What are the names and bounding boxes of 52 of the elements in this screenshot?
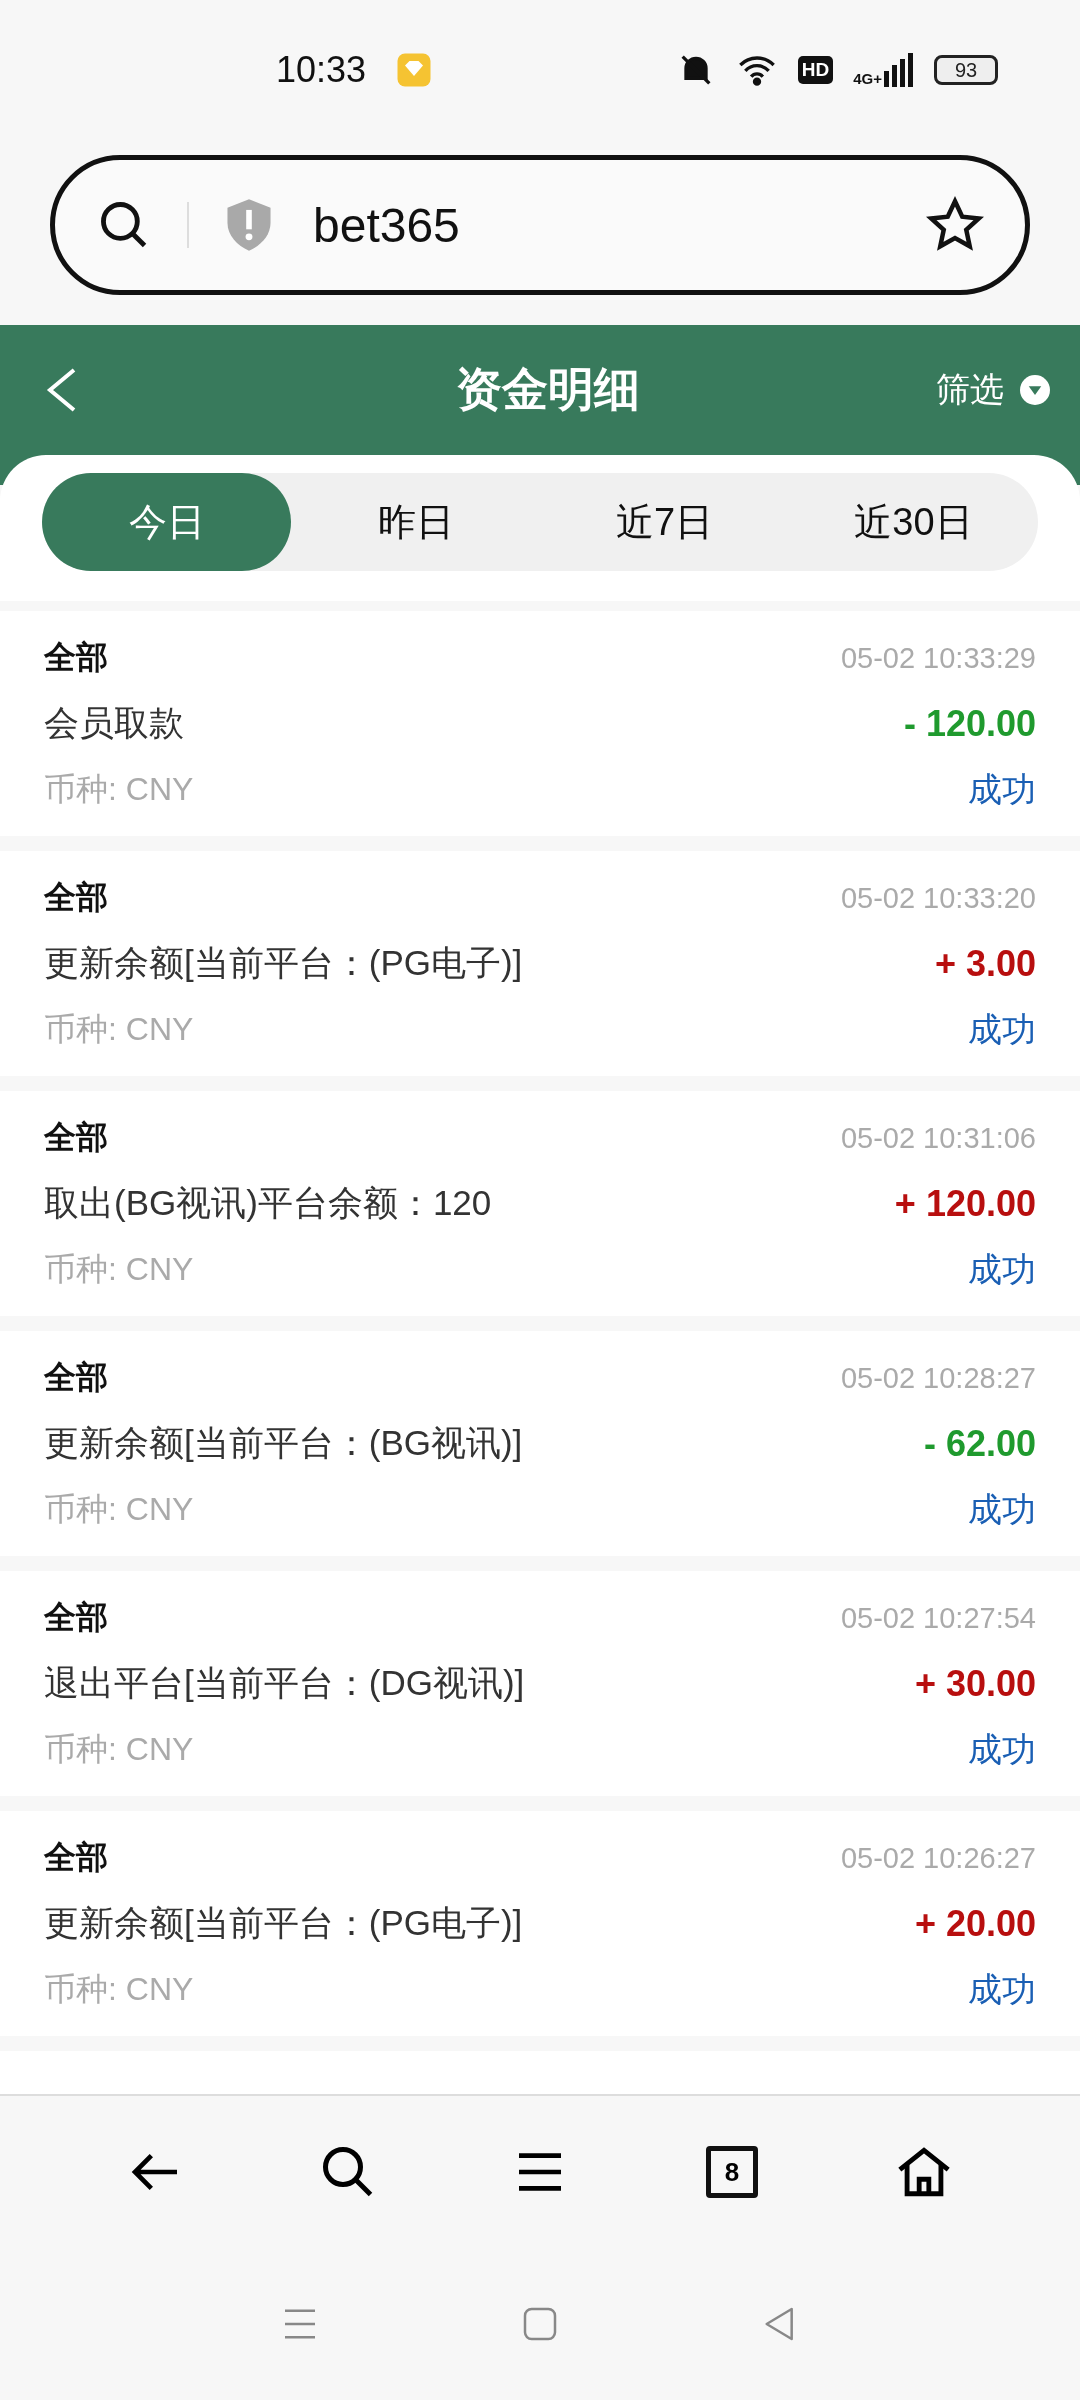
record-amount: - 62.00 [922,1422,1036,1465]
record-currency: 币种: CNY [44,1010,195,1049]
hd-indicator: HD [797,56,834,84]
record-description: 取出(BG视讯)平台余额：120 [44,1182,493,1224]
url-text[interactable]: bet365 [313,197,905,253]
record-category: 全部 [44,1118,109,1157]
record-amount: + 20.00 [913,1902,1036,1945]
record-amount: + 30.00 [913,1662,1036,1705]
record-description: 退出平台[当前平台：(DG视讯)] [44,1662,526,1704]
record-status: 成功 [967,1969,1036,2010]
record-description: 更新余额[当前平台：(PG电子)] [44,1902,524,1944]
filter-button[interactable]: 筛选 [936,367,1050,413]
record-status: 成功 [967,1489,1036,1530]
dropdown-icon [1020,375,1050,405]
record-currency: 币种: CNY [44,1490,195,1529]
record-time: 05-02 10:28:27 [840,1361,1036,1395]
record-category: 全部 [44,878,109,917]
date-tab[interactable]: 昨日 [291,473,540,571]
status-time: 10:33 [276,49,367,91]
tab-count-button[interactable]: 8 [706,2146,758,2198]
date-tab[interactable]: 今日 [42,473,291,571]
record-status: 成功 [967,1009,1036,1050]
page-title: 资金明细 [455,362,641,417]
record-category: 全部 [44,638,109,677]
record-category: 全部 [44,1598,109,1637]
battery-indicator: 93 [934,55,998,85]
record-time: 05-02 10:26:27 [840,1841,1036,1875]
record-currency: 币种: CNY [44,1250,195,1289]
record-amount: + 3.00 [933,942,1036,985]
record-time: 05-02 10:33:29 [840,641,1036,675]
record-time: 05-02 10:33:20 [840,881,1036,915]
app-notification-icon [396,52,433,88]
signal-icon [884,53,914,87]
record-category: 全部 [44,1358,109,1397]
record-description: 会员取款 [44,702,185,744]
record-time: 05-02 10:27:54 [840,1601,1036,1635]
record-status: 成功 [967,1249,1036,1290]
network-type: 4G+ [853,70,882,87]
record-currency: 币种: CNY [44,1970,195,2009]
record-description: 更新余额[当前平台：(BG视讯)] [44,1422,524,1464]
record-amount: - 120.00 [902,702,1036,745]
record-category: 全部 [44,1838,109,1877]
record-status: 成功 [967,1729,1036,1770]
record-currency: 币种: CNY [44,770,195,809]
address-bar[interactable]: bet365 [50,155,1030,295]
date-tab[interactable]: 近30日 [789,473,1038,571]
record-status: 成功 [967,769,1036,810]
record-description: 更新余额[当前平台：(PG电子)] [44,942,524,984]
record-amount: + 120.00 [893,1182,1036,1225]
record-time: 05-02 10:31:06 [840,1121,1036,1155]
record-currency: 币种: CNY [44,1730,195,1769]
date-tab[interactable]: 近7日 [540,473,789,571]
